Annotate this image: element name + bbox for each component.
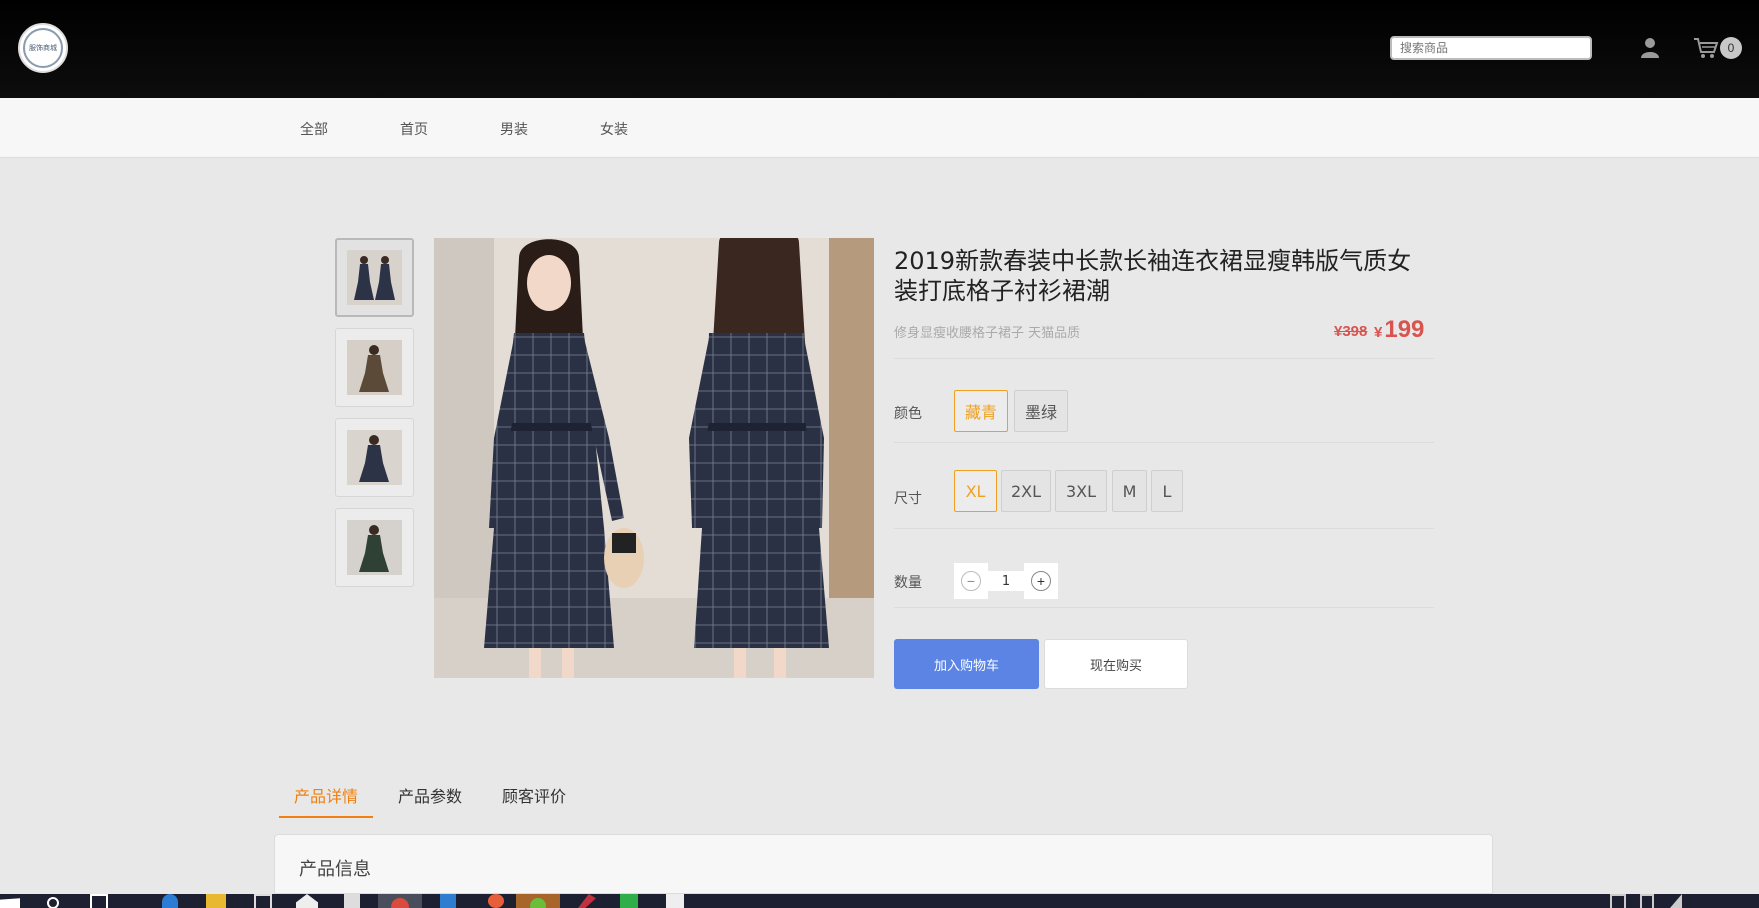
size-option-m[interactable]: M bbox=[1112, 470, 1147, 512]
edge-icon[interactable] bbox=[162, 894, 178, 908]
search-icon[interactable] bbox=[46, 894, 60, 908]
size-label: 尺寸 bbox=[894, 491, 922, 507]
divider bbox=[894, 607, 1434, 608]
cart-icon bbox=[1694, 38, 1719, 58]
size-option-l[interactable]: L bbox=[1151, 470, 1183, 512]
task-view-icon[interactable] bbox=[90, 894, 108, 908]
quantity-label: 数量 bbox=[894, 575, 922, 591]
site-logo[interactable]: 服饰商城 bbox=[18, 23, 68, 73]
product-subtitle: 修身显瘦收腰格子裙子 天猫品质 bbox=[894, 326, 1081, 341]
size-option-3xl[interactable]: 3XL bbox=[1055, 470, 1107, 512]
size-option-xl[interactable]: XL bbox=[954, 470, 997, 512]
dress-thumbnail-image bbox=[347, 430, 402, 485]
spreadsheet-icon[interactable] bbox=[620, 894, 638, 908]
quantity-increase-button[interactable]: + bbox=[1024, 563, 1058, 599]
folder-icon[interactable] bbox=[206, 894, 226, 908]
store-icon[interactable] bbox=[254, 894, 272, 908]
divider bbox=[894, 358, 1434, 359]
currency-symbol: ¥ bbox=[1374, 324, 1383, 341]
nav-item-men[interactable]: 男装 bbox=[500, 119, 528, 139]
sale-price: ¥199 bbox=[1374, 316, 1424, 344]
thumbnail-4[interactable] bbox=[335, 508, 414, 587]
tab-customer-reviews[interactable]: 顾客评价 bbox=[502, 783, 566, 807]
site-header: 服饰商城 0 bbox=[0, 0, 1759, 98]
add-to-cart-button[interactable]: 加入购物车 bbox=[894, 639, 1039, 689]
notepad-icon[interactable] bbox=[344, 894, 360, 908]
search-input[interactable] bbox=[1390, 36, 1592, 60]
thumbnail-3[interactable] bbox=[335, 418, 414, 497]
product-main-image bbox=[434, 238, 874, 678]
thumbnail-1[interactable] bbox=[335, 238, 414, 317]
logo-badge: 服饰商城 bbox=[23, 28, 63, 68]
quantity-decrease-button[interactable]: − bbox=[954, 563, 988, 599]
os-taskbar bbox=[0, 894, 1759, 908]
tab-product-details[interactable]: 产品详情 bbox=[294, 783, 358, 807]
sale-price-value: 199 bbox=[1384, 316, 1425, 343]
cart-button[interactable]: 0 bbox=[1690, 35, 1748, 61]
active-app-taskbar-button[interactable] bbox=[516, 894, 560, 908]
app-icon[interactable] bbox=[488, 894, 504, 908]
logo-text: 服饰商城 bbox=[29, 44, 57, 52]
vscode-icon[interactable] bbox=[440, 894, 456, 908]
divider bbox=[894, 442, 1434, 443]
dress-thumbnail-image bbox=[347, 340, 402, 395]
original-price: ¥398 bbox=[1334, 323, 1368, 340]
size-option-2xl[interactable]: 2XL bbox=[1001, 470, 1051, 512]
category-nav: 全部 首页 男装 女装 bbox=[0, 98, 1759, 158]
nav-item-women[interactable]: 女装 bbox=[600, 119, 628, 139]
quantity-input[interactable] bbox=[988, 571, 1024, 591]
divider bbox=[894, 528, 1434, 529]
minus-icon: − bbox=[961, 571, 981, 591]
color-label: 颜色 bbox=[894, 406, 922, 422]
color-option-green[interactable]: 墨绿 bbox=[1014, 390, 1068, 432]
nav-item-all[interactable]: 全部 bbox=[300, 119, 328, 139]
dress-thumbnail-image bbox=[347, 520, 402, 575]
file-icon[interactable] bbox=[666, 894, 684, 908]
tab-product-params[interactable]: 产品参数 bbox=[398, 783, 462, 807]
user-icon[interactable] bbox=[1640, 37, 1660, 59]
product-info-panel: 产品信息 bbox=[274, 834, 1493, 894]
plus-icon: + bbox=[1031, 571, 1051, 591]
system-tray-icon[interactable] bbox=[1610, 894, 1626, 908]
app-icon[interactable] bbox=[296, 894, 318, 908]
volume-icon[interactable] bbox=[1670, 894, 1682, 908]
panel-title: 产品信息 bbox=[299, 859, 371, 880]
color-option-navy[interactable]: 藏青 bbox=[954, 390, 1008, 432]
thumbnail-2[interactable] bbox=[335, 328, 414, 407]
active-tab-indicator bbox=[279, 816, 373, 818]
buy-now-button[interactable]: 现在购买 bbox=[1044, 639, 1188, 689]
pencil-icon[interactable] bbox=[578, 894, 596, 908]
cart-count-badge: 0 bbox=[1720, 37, 1742, 59]
start-icon[interactable] bbox=[0, 898, 20, 908]
dress-thumbnail-image bbox=[347, 250, 402, 305]
network-icon[interactable] bbox=[1640, 894, 1654, 908]
product-title: 2019新款春装中长款长袖连衣裙显瘦韩版气质女装打底格子衬衫裙潮 bbox=[894, 247, 1412, 305]
chrome-taskbar-button[interactable] bbox=[378, 894, 422, 908]
nav-item-home[interactable]: 首页 bbox=[400, 119, 428, 139]
